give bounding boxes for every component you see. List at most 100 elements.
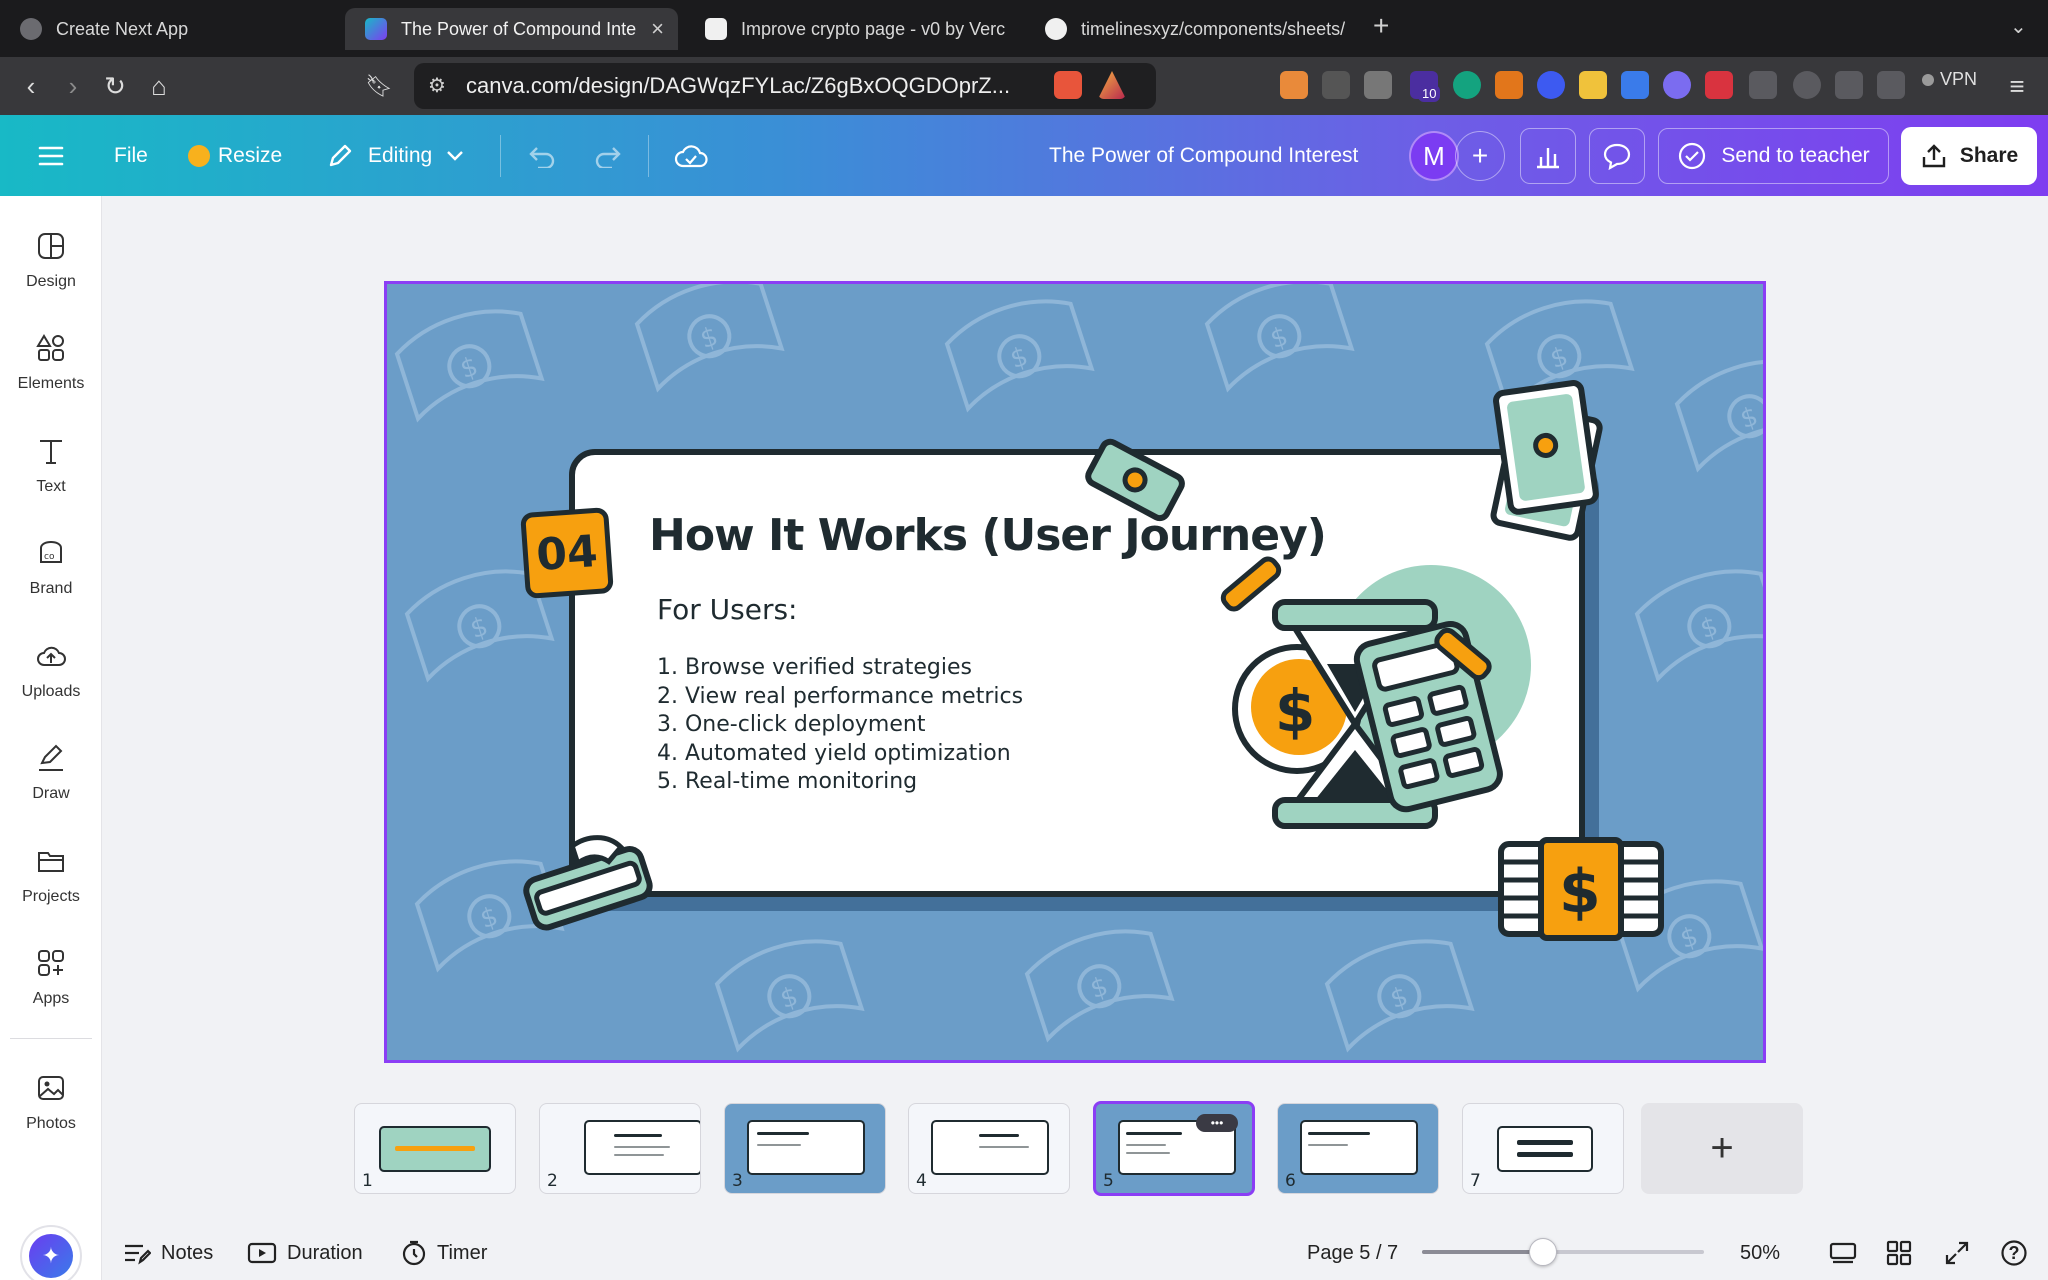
design-title-text: The Power of Compound Interest: [1049, 143, 1359, 167]
thumb-title-bar: [614, 1134, 662, 1137]
send-to-teacher-button[interactable]: Send to teacher: [1658, 128, 1889, 184]
magic-assistant-button[interactable]: ✦: [20, 1225, 82, 1280]
sidebar-item-draw[interactable]: Draw: [0, 741, 102, 831]
metamask-icon[interactable]: [1495, 71, 1523, 99]
browser-tab-create-next-app[interactable]: Create Next App: [0, 8, 340, 50]
browser-tab-github[interactable]: timelinesxyz/components/sheets/: [1025, 8, 1355, 50]
page-indicator-button[interactable]: Page 5 / 7: [1307, 1236, 1398, 1270]
share-button[interactable]: Share: [1901, 127, 2037, 185]
divider: [10, 1038, 92, 1039]
forward-icon[interactable]: ›: [54, 67, 92, 105]
duration-button[interactable]: Duration: [247, 1236, 363, 1270]
page-thumbnail-5[interactable]: ••• 5: [1093, 1101, 1255, 1196]
browser-tab-v0[interactable]: Improve crypto page - v0 by Verc: [685, 8, 1015, 50]
new-tab-icon[interactable]: +: [1373, 10, 1389, 42]
vpn-status-icon: [1922, 73, 1934, 86]
chevron-down-icon: [447, 150, 464, 161]
timer-button[interactable]: Timer: [401, 1236, 487, 1270]
extension-icon[interactable]: [1663, 71, 1691, 99]
main-menu-button[interactable]: [36, 115, 66, 196]
puzzle-icon[interactable]: [1749, 71, 1777, 99]
page-options-button[interactable]: •••: [1196, 1114, 1238, 1132]
insights-button[interactable]: [1520, 128, 1576, 184]
section-number-badge[interactable]: 04: [520, 507, 614, 599]
zoom-slider[interactable]: [1422, 1238, 1704, 1266]
design-title[interactable]: The Power of Compound Interest: [1049, 115, 1358, 196]
url-text: canva.com/design/DAGWqzFYLac/Z6gBxOQGDOp…: [466, 73, 1011, 98]
help-button[interactable]: ?: [1997, 1236, 2031, 1270]
resize-button[interactable]: Resize: [188, 115, 282, 196]
sidebar-item-projects[interactable]: Projects: [0, 844, 102, 934]
extension-icon[interactable]: [1793, 71, 1821, 99]
slide-title[interactable]: How It Works (User Journey): [649, 510, 1327, 561]
extension-icon[interactable]: [1621, 71, 1649, 99]
sidebar-item-brand[interactable]: co Brand: [0, 536, 102, 626]
zoom-level-button[interactable]: 50%: [1740, 1236, 1780, 1270]
browser-tab-canva[interactable]: The Power of Compound Inte ×: [345, 8, 678, 50]
grammarly-icon[interactable]: [1453, 71, 1481, 99]
back-icon[interactable]: ‹: [12, 67, 50, 105]
site-settings-icon[interactable]: ⚙: [428, 73, 446, 98]
grid-icon: [1886, 1240, 1912, 1266]
page-thumbnail-1[interactable]: 1: [354, 1103, 516, 1194]
thumb-title-bar: [1308, 1132, 1370, 1135]
bookmark-icon[interactable]: 🔖︎: [360, 67, 398, 105]
vpn-button[interactable]: VPN: [1922, 69, 1977, 90]
tab-title: Improve crypto page - v0 by Verc: [741, 18, 1006, 39]
redo-button[interactable]: [592, 115, 624, 196]
file-menu-button[interactable]: File: [114, 115, 148, 196]
menu-icon[interactable]: ≡: [1998, 67, 2036, 105]
add-page-button[interactable]: +: [1641, 1103, 1803, 1194]
extension-icon[interactable]: [1537, 71, 1565, 99]
extension-icon[interactable]: [1364, 71, 1392, 99]
close-tab-icon[interactable]: ×: [651, 16, 664, 42]
steps-list[interactable]: 1. Browse verified strategies 2. View re…: [657, 654, 1023, 797]
save-status-button[interactable]: [674, 115, 708, 196]
reload-icon[interactable]: ↻: [96, 67, 134, 105]
extension-icon[interactable]: [1579, 71, 1607, 99]
avatar-initial: M: [1423, 140, 1445, 171]
sidebar-item-uploads[interactable]: Uploads: [0, 639, 102, 729]
editing-mode-button[interactable]: Editing: [326, 115, 464, 196]
slide-canvas[interactable]: $ 04 How It Works (User Journey) For Use…: [384, 281, 1766, 1063]
page-thumbnail-7[interactable]: 7: [1462, 1103, 1624, 1194]
notes-label: Notes: [161, 1241, 214, 1264]
brave-shield-icon[interactable]: [1054, 71, 1082, 99]
page-view-icon: [1829, 1242, 1857, 1264]
sidebar-item-design[interactable]: Design: [0, 229, 102, 319]
undo-button[interactable]: [526, 115, 558, 196]
page-view-button[interactable]: [1826, 1236, 1860, 1270]
formula-extension-icon[interactable]: [1322, 71, 1350, 99]
sidebar-item-apps[interactable]: Apps: [0, 946, 102, 1036]
file-label: File: [114, 143, 148, 167]
sidebar-item-label: Elements: [17, 375, 85, 392]
extension-icon[interactable]: [1705, 71, 1733, 99]
thumb-text-bar: [1126, 1144, 1166, 1146]
page-thumbnail-4[interactable]: 4: [908, 1103, 1070, 1194]
sidebar-item-elements[interactable]: Elements: [0, 331, 102, 421]
page-thumbnail-2[interactable]: 2: [539, 1103, 701, 1194]
page-thumbnail-3[interactable]: 3: [724, 1103, 886, 1194]
wallet-icon[interactable]: [1835, 71, 1863, 99]
sidebar-item-photos[interactable]: Photos: [0, 1071, 102, 1161]
slide-subtitle[interactable]: For Users:: [657, 593, 798, 626]
fullscreen-button[interactable]: [1940, 1236, 1974, 1270]
add-collaborator-button[interactable]: +: [1455, 131, 1505, 181]
comments-button[interactable]: [1589, 128, 1645, 184]
home-icon[interactable]: ⌂: [140, 67, 178, 105]
sidebar-item-label: Projects: [22, 888, 80, 905]
notes-button[interactable]: Notes: [123, 1236, 213, 1270]
pen-extension-icon[interactable]: [1280, 71, 1308, 99]
address-bar[interactable]: ⚙ canva.com/design/DAGWqzFYLac/Z6gBxOQGD…: [414, 63, 1156, 109]
sidebar-item-text[interactable]: Text: [0, 434, 102, 524]
sidebar-item-label: Brand: [29, 580, 73, 597]
grid-view-button[interactable]: [1882, 1236, 1916, 1270]
avatar[interactable]: M: [1409, 131, 1459, 181]
chevron-down-icon[interactable]: ⌄: [2010, 14, 2027, 39]
thumb-card: [1497, 1126, 1593, 1172]
page-thumbnail-6[interactable]: 6: [1277, 1103, 1439, 1194]
zoom-slider-handle[interactable]: [1529, 1238, 1558, 1266]
uploads-icon: [34, 639, 68, 673]
sparkle-icon[interactable]: [1877, 71, 1905, 99]
thumb-title-bar: [757, 1132, 809, 1135]
